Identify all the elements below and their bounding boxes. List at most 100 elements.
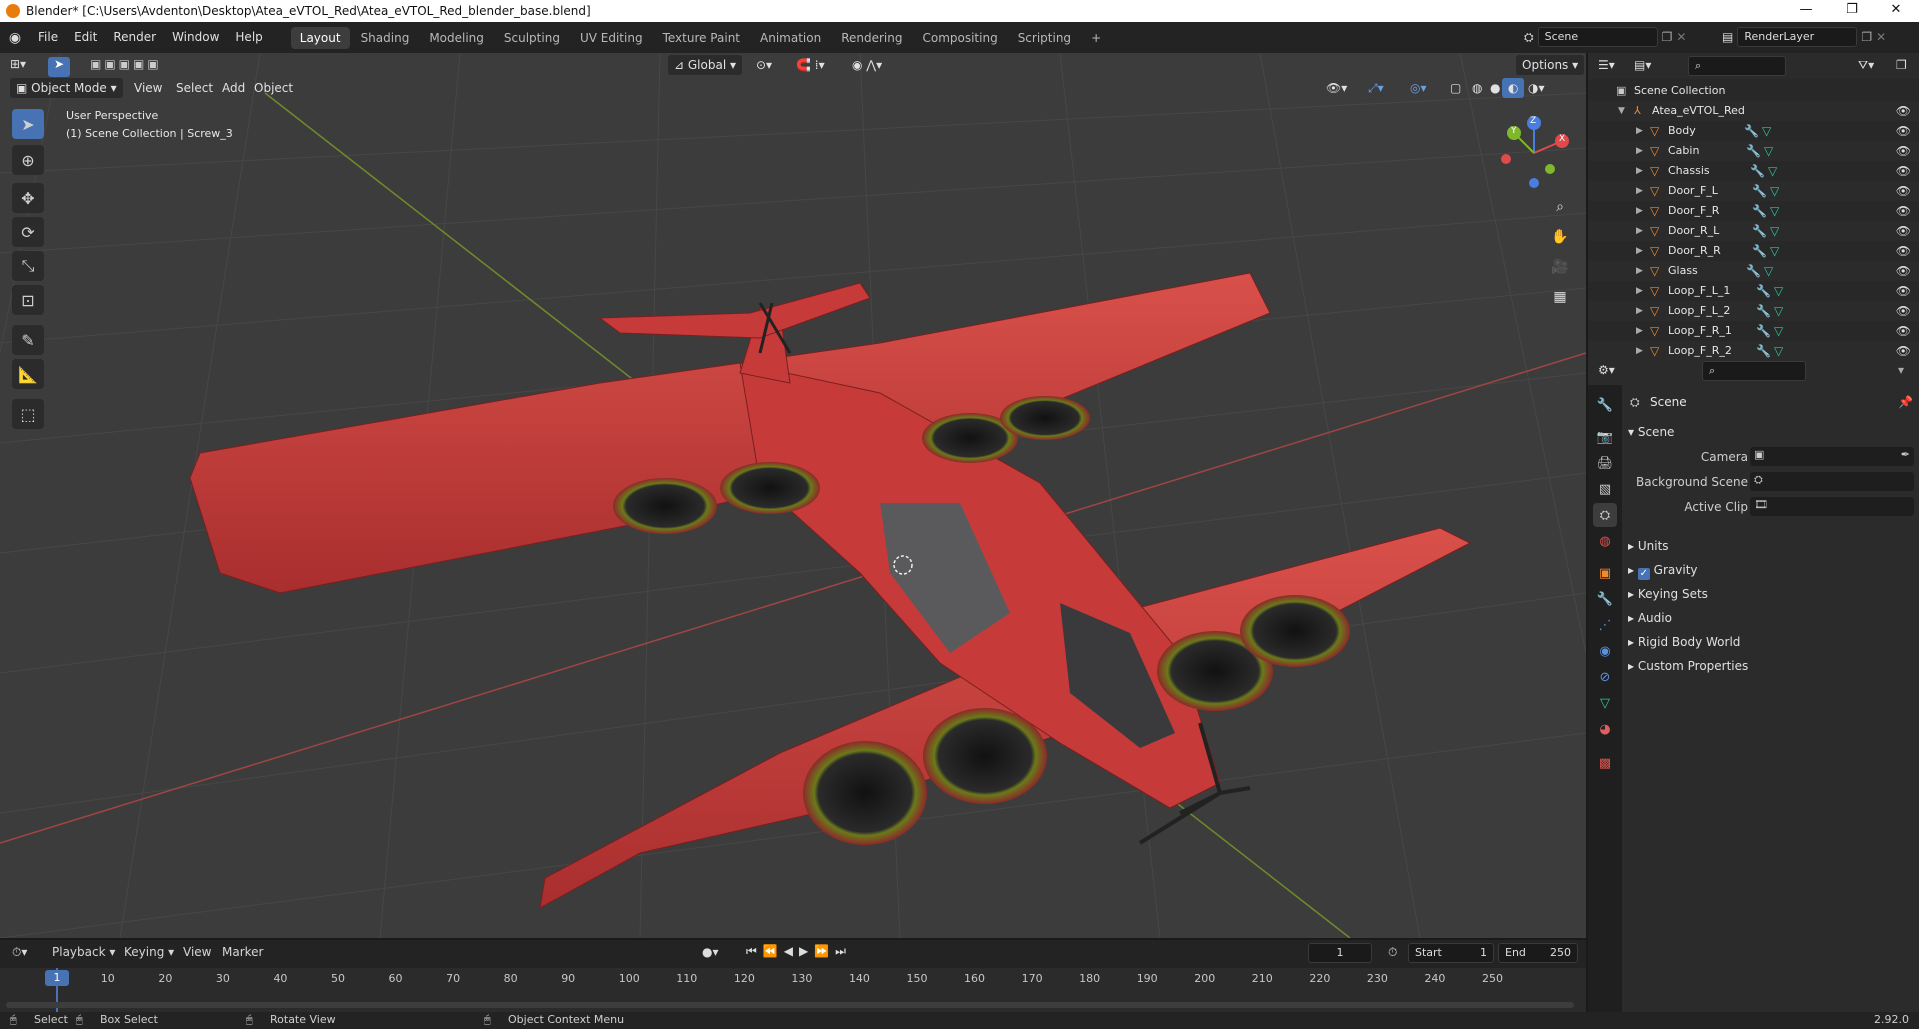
modifier-icon[interactable]: 🔧 (1756, 321, 1771, 341)
mesh-data-icon[interactable]: ▽ (1764, 261, 1773, 281)
tab-sculpting[interactable]: Sculpting (495, 27, 569, 49)
menu-window[interactable]: Window (164, 22, 227, 53)
mesh-data-icon[interactable]: ▽ (1762, 121, 1771, 141)
mesh-data-icon[interactable]: ▽ (1770, 201, 1779, 221)
annotate-tool-icon[interactable]: ✎ (12, 325, 44, 355)
add-cube-tool-icon[interactable]: ⬚ (12, 399, 44, 429)
audio-panel-header[interactable]: ▸ Audio (1628, 611, 1672, 625)
rotate-tool-icon[interactable]: ⟳ (12, 217, 44, 247)
outliner-item[interactable]: ▶ ▽ Cabin 🔧 ▽ 👁 (1588, 141, 1919, 161)
timeline-ruler[interactable]: 1 10 20 30 40 50 60 70 80 90 100 110 120 130 140 150 16… (0, 968, 1586, 1014)
units-panel-header[interactable]: ▸ Units (1628, 539, 1669, 553)
data-tab-icon[interactable]: ▽ (1593, 691, 1617, 715)
camera-field[interactable]: ▣ ✒ (1750, 447, 1914, 466)
end-frame-field[interactable]: End 250 (1498, 943, 1578, 963)
tab-animation[interactable]: Animation (751, 27, 830, 49)
modifier-icon[interactable]: 🔧 (1746, 141, 1761, 161)
object-tab-icon[interactable]: ▣ (1593, 561, 1617, 585)
modifier-icon[interactable]: 🔧 (1750, 161, 1765, 181)
tab-scripting[interactable]: Scripting (1009, 27, 1080, 49)
menu-file[interactable]: File (30, 22, 66, 53)
eye-icon[interactable]: 👁 (1896, 261, 1911, 281)
minimize-button[interactable]: — (1783, 0, 1829, 22)
output-tab-icon[interactable]: 🖨 (1593, 451, 1617, 475)
record-icon[interactable]: ●▾ (702, 945, 719, 959)
tab-shading[interactable]: Shading (352, 27, 419, 49)
measure-tool-icon[interactable]: 📐 (12, 359, 44, 389)
mesh-data-icon[interactable]: ▽ (1768, 161, 1777, 181)
tab-compositing[interactable]: Compositing (913, 27, 1006, 49)
eyedropper-icon[interactable]: ✒ (1901, 448, 1910, 461)
menu-view[interactable]: View (128, 78, 168, 98)
menu-playback[interactable]: Playback ▾ (52, 945, 115, 959)
snap-icon[interactable]: 🧲 ⁞▾ (790, 55, 831, 75)
select-box-tool-icon[interactable]: ➤ (12, 109, 44, 139)
tab-layout[interactable]: Layout (290, 26, 350, 49)
physics-tab-icon[interactable]: ◉ (1593, 639, 1617, 663)
menu-help[interactable]: Help (227, 22, 270, 53)
pin-icon[interactable]: 📌 (1898, 395, 1913, 409)
expand-triangle-icon[interactable]: ▶ (1636, 341, 1643, 361)
mesh-data-icon[interactable]: ▽ (1770, 241, 1779, 261)
material-tab-icon[interactable]: ◕ (1593, 717, 1617, 741)
preview-range-icon[interactable]: ⏱ (1388, 945, 1397, 960)
expand-triangle-icon[interactable]: ▶ (1636, 121, 1643, 141)
new-scene-icon[interactable]: ❐ (1662, 30, 1673, 44)
options-dropdown[interactable]: Options ▾ (1516, 55, 1585, 75)
texture-tab-icon[interactable]: ▩ (1593, 751, 1617, 775)
camera-view-icon[interactable]: 🎥 (1548, 255, 1572, 279)
mesh-data-icon[interactable]: ▽ (1770, 181, 1779, 201)
rigid-body-world-panel-header[interactable]: ▸ Rigid Body World (1628, 635, 1740, 649)
outliner-item[interactable]: ▶ ▽ Body 🔧 ▽ 👁 (1588, 121, 1919, 141)
active-clip-field[interactable]: 🎞 (1750, 497, 1914, 516)
scene-panel-header[interactable]: ▾ Scene (1628, 425, 1674, 439)
expand-triangle-icon[interactable]: ▶ (1636, 281, 1643, 301)
overlays-toggle-icon[interactable]: ◎▾ (1404, 78, 1433, 98)
scene-tab-icon[interactable]: ⛭ (1593, 503, 1617, 527)
outliner-item[interactable]: ▶ ▽ Loop_F_L_1 🔧 ▽ 👁 (1588, 281, 1919, 301)
modifier-icon[interactable]: 🔧 (1756, 341, 1771, 361)
outliner-item[interactable]: ▶ ▽ Door_R_L 🔧 ▽ 👁 (1588, 221, 1919, 241)
rendered-shading-icon[interactable]: ◑▾ (1522, 78, 1551, 98)
tab-uv-editing[interactable]: UV Editing (571, 27, 652, 49)
mesh-data-icon[interactable]: ▽ (1774, 341, 1783, 361)
outliner-item[interactable]: ▶ ▽ Chassis 🔧 ▽ 👁 (1588, 161, 1919, 181)
mode-dropdown[interactable]: ▣ Object Mode ▾ (10, 78, 123, 98)
add-workspace-button[interactable]: + (1082, 27, 1110, 49)
expand-triangle-icon[interactable]: ▶ (1636, 141, 1643, 161)
visibility-dropdown-icon[interactable]: 👁▾ (1320, 78, 1353, 98)
tab-modeling[interactable]: Modeling (420, 27, 493, 49)
eye-icon[interactable]: 👁 (1896, 241, 1911, 261)
modifier-icon[interactable]: 🔧 (1752, 181, 1767, 201)
pan-hand-icon[interactable]: ✋ (1548, 225, 1572, 249)
constraints-tab-icon[interactable]: ⊘ (1593, 665, 1617, 689)
playback-controls[interactable]: ⏮⏪◀▶⏩⏭ (746, 944, 852, 959)
expand-triangle-icon[interactable]: ▶ (1636, 221, 1643, 241)
expand-triangle-icon[interactable]: ▶ (1636, 201, 1643, 221)
outliner-item[interactable]: ▶ ▽ Loop_F_R_2 🔧 ▽ 👁 (1588, 341, 1919, 361)
gizmo-toggle-icon[interactable]: ⤢▾ (1362, 78, 1390, 98)
outliner-collection[interactable]: ▼ ⅄ Atea_eVTOL_Red 👁 (1588, 101, 1919, 121)
modifier-icon[interactable]: 🔧 (1752, 241, 1767, 261)
outliner-item[interactable]: ▶ ▽ Door_F_R 🔧 ▽ 👁 (1588, 201, 1919, 221)
tab-texture-paint[interactable]: Texture Paint (654, 27, 749, 49)
current-frame-field[interactable]: 1 (1308, 943, 1372, 963)
eye-icon[interactable]: 👁 (1896, 201, 1911, 221)
maximize-button[interactable]: ❐ (1829, 0, 1875, 22)
view-layer-tab-icon[interactable]: ▧ (1593, 477, 1617, 501)
selection-mode-icons[interactable]: ▣▣▣▣▣ (90, 57, 162, 71)
properties-editor-icon[interactable]: ⚙▾ (1598, 363, 1615, 377)
modifier-icon[interactable]: 🔧 (1752, 221, 1767, 241)
menu-marker[interactable]: Marker (222, 945, 263, 959)
expand-triangle-icon[interactable]: ▶ (1636, 301, 1643, 321)
render-tab-icon[interactable]: 📷 (1593, 425, 1617, 449)
expand-triangle-icon[interactable]: ▶ (1636, 241, 1643, 261)
expand-triangle-icon[interactable]: ▶ (1636, 321, 1643, 341)
menu-edit[interactable]: Edit (66, 22, 105, 53)
menu-render[interactable]: Render (105, 22, 164, 53)
move-tool-icon[interactable]: ✥ (12, 183, 44, 213)
properties-options-icon[interactable]: ▾ (1898, 363, 1904, 377)
eye-icon[interactable]: 👁 (1896, 181, 1911, 201)
modifier-icon[interactable]: 🔧 (1746, 261, 1761, 281)
outliner-item[interactable]: ▶ ▽ Glass 🔧 ▽ 👁 (1588, 261, 1919, 281)
